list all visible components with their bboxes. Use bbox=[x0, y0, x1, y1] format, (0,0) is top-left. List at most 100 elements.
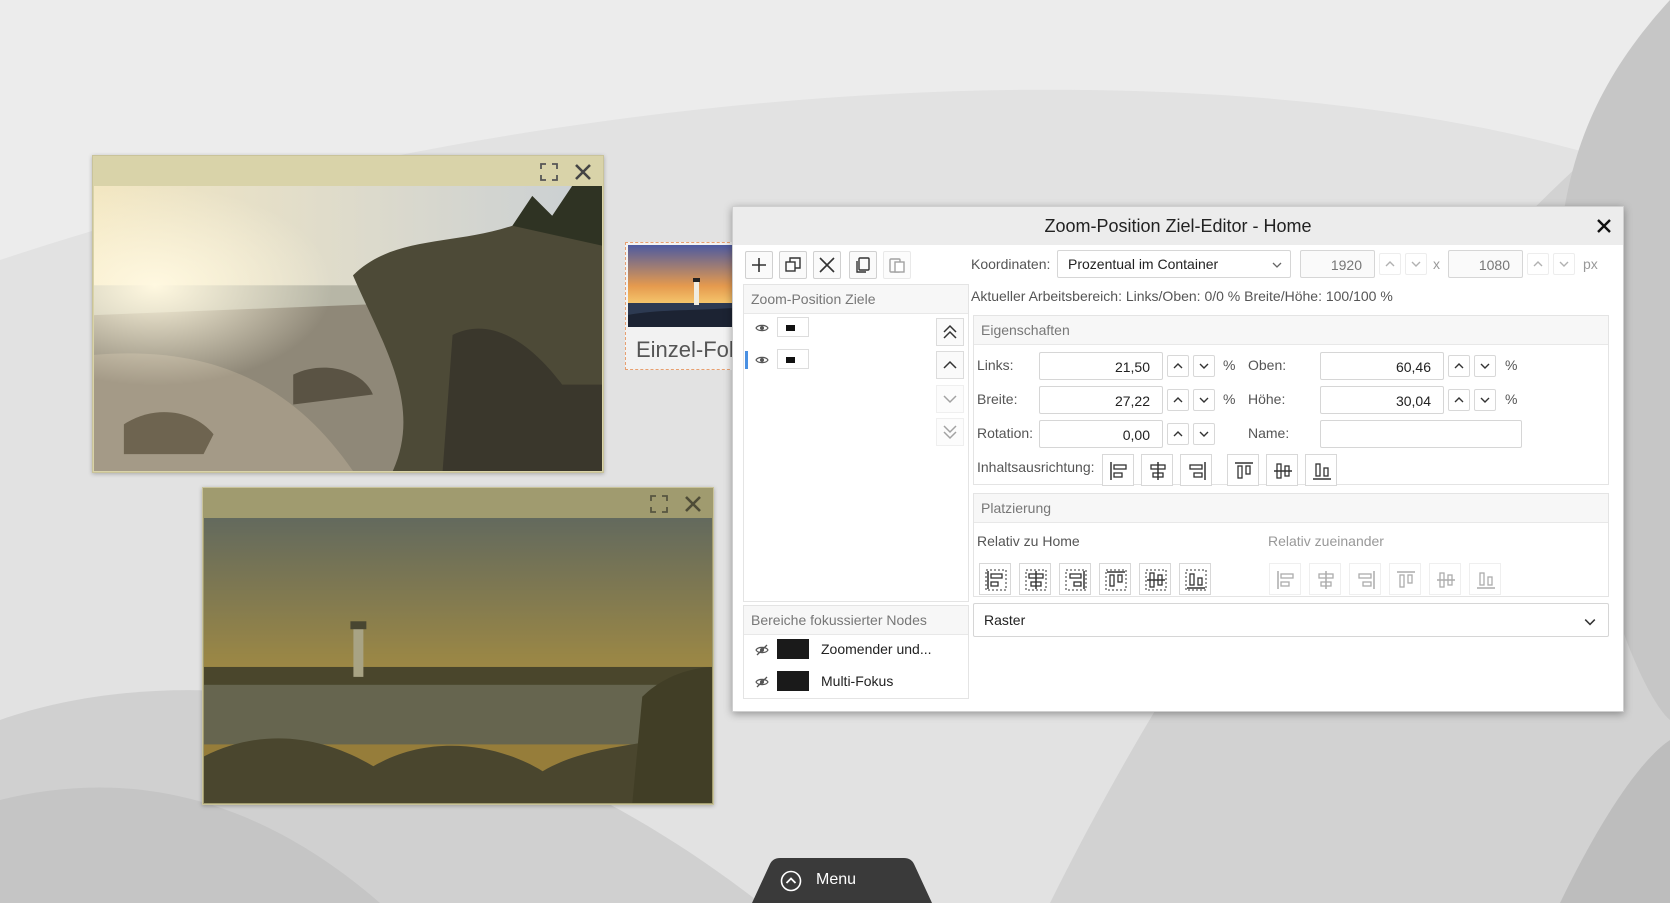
align-left-button[interactable] bbox=[1102, 454, 1134, 486]
resolution-height-field[interactable]: 1080 bbox=[1448, 250, 1523, 278]
close-icon[interactable] bbox=[1595, 217, 1613, 235]
lighthouse-thumbnail bbox=[628, 245, 734, 327]
left-decrement-button[interactable] bbox=[1193, 355, 1215, 377]
eye-icon[interactable] bbox=[755, 353, 769, 367]
place-each-right-button[interactable] bbox=[1349, 563, 1381, 595]
placement-header: Platzierung bbox=[974, 494, 1608, 523]
place-each-bottom-button[interactable] bbox=[1469, 563, 1501, 595]
double-chevron-up-icon bbox=[943, 324, 957, 339]
menu-label: Menu bbox=[816, 871, 857, 888]
name-input[interactable] bbox=[1320, 420, 1522, 448]
paste-button[interactable] bbox=[883, 251, 911, 279]
place-home-right-button[interactable] bbox=[1059, 563, 1091, 595]
align-bottom-button[interactable] bbox=[1305, 454, 1337, 486]
eye-icon[interactable] bbox=[755, 321, 769, 335]
target-item-selected[interactable] bbox=[755, 349, 835, 373]
width-prop-decrement-button[interactable] bbox=[1193, 389, 1215, 411]
targets-header: Zoom-Position Ziele bbox=[744, 285, 968, 314]
eye-off-icon[interactable] bbox=[755, 675, 769, 689]
chevron-down-icon bbox=[1584, 619, 1596, 626]
height-decrement-button[interactable] bbox=[1553, 253, 1575, 275]
paste-icon bbox=[889, 258, 905, 273]
lighthouse-photo bbox=[204, 518, 712, 803]
resolution-width-field[interactable]: 1920 bbox=[1300, 250, 1375, 278]
align-center-h-button[interactable] bbox=[1141, 454, 1173, 486]
height-label: Höhe: bbox=[1248, 391, 1286, 407]
place-home-left-button[interactable] bbox=[979, 563, 1011, 595]
single-focus-preview[interactable]: Einzel-Fokus bbox=[625, 242, 735, 370]
align-top-button[interactable] bbox=[1227, 454, 1259, 486]
left-input[interactable]: 21,50 bbox=[1039, 352, 1163, 380]
place-bottom-icon bbox=[1185, 569, 1207, 591]
move-up-button[interactable] bbox=[936, 351, 964, 379]
coordinates-mode-select[interactable]: Prozentual im Container bbox=[1057, 250, 1291, 278]
place-home-center-h-button[interactable] bbox=[1019, 563, 1051, 595]
focused-node-item[interactable]: Multi-Fokus bbox=[755, 671, 955, 695]
height-prop-decrement-button[interactable] bbox=[1474, 389, 1496, 411]
height-increment-button[interactable] bbox=[1527, 253, 1549, 275]
align-center-horizontal-icon bbox=[1150, 462, 1166, 480]
align-right-icon bbox=[1358, 571, 1375, 589]
align-left-icon bbox=[1110, 462, 1127, 480]
close-icon[interactable] bbox=[683, 494, 703, 514]
top-decrement-button[interactable] bbox=[1474, 355, 1496, 377]
photo-card-coast[interactable] bbox=[92, 155, 604, 473]
left-unit: % bbox=[1223, 357, 1236, 373]
place-each-center-h-button[interactable] bbox=[1309, 563, 1341, 595]
delete-icon bbox=[819, 257, 835, 273]
width-input[interactable]: 27,22 bbox=[1039, 386, 1163, 414]
close-icon[interactable] bbox=[573, 162, 593, 182]
duplicate-target-button[interactable] bbox=[779, 251, 807, 279]
height-input[interactable]: 30,04 bbox=[1320, 386, 1444, 414]
target-item[interactable] bbox=[755, 317, 835, 341]
delete-target-button[interactable] bbox=[813, 251, 841, 279]
focused-node-color bbox=[777, 639, 809, 659]
rotation-input[interactable]: 0,00 bbox=[1039, 420, 1163, 448]
zoom-target-editor-dialog: Zoom-Position Ziel-Editor - Home Koordin… bbox=[732, 206, 1624, 712]
width-decrement-button[interactable] bbox=[1405, 253, 1427, 275]
fullscreen-icon[interactable] bbox=[649, 494, 669, 514]
width-prop-increment-button[interactable] bbox=[1167, 389, 1189, 411]
photo-card-header bbox=[203, 488, 713, 518]
move-to-top-button[interactable] bbox=[936, 318, 964, 346]
width-increment-button[interactable] bbox=[1379, 253, 1401, 275]
top-input[interactable]: 60,46 bbox=[1320, 352, 1444, 380]
place-home-center-v-button[interactable] bbox=[1139, 563, 1171, 595]
move-to-bottom-button[interactable] bbox=[936, 418, 964, 446]
focused-node-label: Multi-Fokus bbox=[821, 673, 894, 689]
focused-node-item[interactable]: Zoomender und... bbox=[755, 639, 955, 663]
place-each-top-button[interactable] bbox=[1389, 563, 1421, 595]
focused-node-color bbox=[777, 671, 809, 691]
raster-section-toggle[interactable]: Raster bbox=[973, 603, 1609, 637]
menu-button[interactable]: Menu bbox=[752, 858, 932, 903]
rotation-decrement-button[interactable] bbox=[1193, 423, 1215, 445]
height-unit: % bbox=[1505, 391, 1518, 407]
top-increment-button[interactable] bbox=[1448, 355, 1470, 377]
place-each-center-v-button[interactable] bbox=[1429, 563, 1461, 595]
copy-icon bbox=[856, 257, 870, 273]
place-home-bottom-button[interactable] bbox=[1179, 563, 1211, 595]
duplicate-icon bbox=[785, 257, 801, 272]
rotation-increment-button[interactable] bbox=[1167, 423, 1189, 445]
move-down-button[interactable] bbox=[936, 385, 964, 413]
place-top-icon bbox=[1105, 569, 1127, 591]
photo-card-lighthouse[interactable] bbox=[202, 487, 714, 805]
double-chevron-down-icon bbox=[943, 425, 957, 440]
relative-each-label: Relativ zueinander bbox=[1268, 533, 1384, 549]
place-left-icon bbox=[985, 569, 1007, 591]
add-target-button[interactable] bbox=[745, 251, 773, 279]
place-home-top-button[interactable] bbox=[1099, 563, 1131, 595]
height-prop-increment-button[interactable] bbox=[1448, 389, 1470, 411]
chevron-down-icon bbox=[1199, 363, 1209, 369]
raster-label: Raster bbox=[984, 612, 1026, 628]
eye-off-icon[interactable] bbox=[755, 643, 769, 657]
place-each-left-button[interactable] bbox=[1269, 563, 1301, 595]
align-center-v-button[interactable] bbox=[1266, 454, 1298, 486]
chevron-down-icon bbox=[1411, 261, 1421, 267]
align-right-button[interactable] bbox=[1180, 454, 1212, 486]
left-increment-button[interactable] bbox=[1167, 355, 1189, 377]
place-center-horizontal-icon bbox=[1025, 569, 1047, 591]
fullscreen-icon[interactable] bbox=[539, 162, 559, 182]
chevron-up-icon bbox=[943, 360, 957, 369]
copy-button[interactable] bbox=[849, 251, 877, 279]
